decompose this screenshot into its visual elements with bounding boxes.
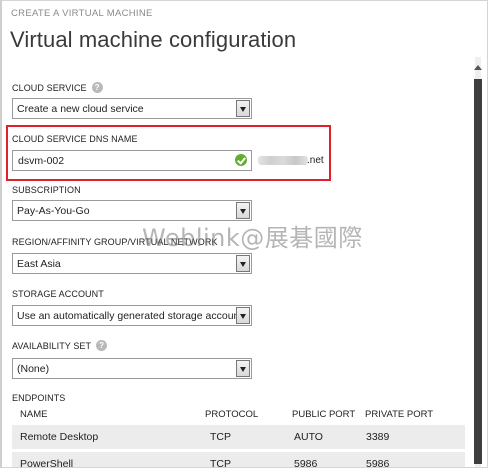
cloud-service-select[interactable]: Create a new cloud service — [12, 98, 252, 119]
storage-label: STORAGE ACCOUNT — [12, 289, 104, 299]
dropdown-arrow-icon[interactable] — [236, 100, 250, 117]
endpoint-protocol: TCP — [210, 431, 231, 443]
subscription-label: SUBSCRIPTION — [12, 185, 81, 195]
endpoints-header: NAME PROTOCOL PUBLIC PORT PRIVATE PORT — [12, 409, 465, 423]
availability-value: (None) — [17, 363, 50, 375]
column-public-port: PUBLIC PORT — [292, 409, 356, 420]
checkmark-icon — [235, 154, 247, 166]
availability-label: AVAILABILITY SET ? — [12, 340, 108, 351]
scrollbar-thumb[interactable] — [474, 79, 482, 464]
storage-select[interactable]: Use an automatically generated storage a… — [12, 305, 252, 326]
cloud-service-label: CLOUD SERVICE ? — [12, 82, 103, 93]
column-private-port: PRIVATE PORT — [365, 409, 434, 420]
endpoint-public-port: AUTO — [294, 431, 323, 443]
endpoint-public-port: 5986 — [294, 458, 318, 468]
vertical-scrollbar[interactable] — [472, 57, 484, 467]
dialog-frame: CREATE A VIRTUAL MACHINE Virtual machine… — [0, 0, 488, 468]
endpoint-private-port: 5986 — [366, 458, 390, 468]
storage-value: Use an automatically generated storage a… — [17, 310, 239, 322]
endpoint-private-port: 3389 — [366, 431, 390, 443]
help-icon[interactable]: ? — [91, 82, 103, 93]
page-title: Virtual machine configuration — [10, 27, 297, 52]
dns-name-label: CLOUD SERVICE DNS NAME — [12, 134, 138, 144]
endpoint-name: Remote Desktop — [20, 431, 99, 443]
subscription-value: Pay-As-You-Go — [17, 205, 90, 217]
region-select[interactable]: East Asia — [12, 253, 252, 274]
availability-label-text: AVAILABILITY SET — [12, 340, 92, 351]
endpoints-label: ENDPOINTS — [12, 393, 66, 403]
dropdown-arrow-icon[interactable] — [236, 202, 250, 219]
dropdown-arrow-icon[interactable] — [236, 360, 250, 377]
table-row[interactable]: Remote Desktop TCP AUTO 3389 — [12, 425, 465, 449]
table-row[interactable]: PowerShell TCP 5986 5986 — [12, 452, 465, 468]
watermark: Weblink@展碁國際 — [142, 224, 363, 252]
column-name: NAME — [20, 409, 48, 420]
dropdown-arrow-icon[interactable] — [236, 307, 250, 324]
cloud-service-label-text: CLOUD SERVICE — [12, 82, 87, 93]
endpoint-protocol: TCP — [210, 458, 231, 468]
dns-name-input[interactable]: dsvm-002 — [12, 150, 252, 171]
dns-suffix: .net — [307, 155, 324, 166]
cloud-service-value: Create a new cloud service — [17, 103, 144, 115]
region-value: East Asia — [17, 258, 61, 270]
scroll-up-icon[interactable] — [472, 63, 484, 73]
endpoint-name: PowerShell — [20, 458, 74, 468]
dropdown-arrow-icon[interactable] — [236, 255, 250, 272]
column-protocol: PROTOCOL — [205, 409, 259, 420]
help-icon[interactable]: ? — [96, 340, 108, 351]
redacted-domain — [258, 156, 308, 165]
breadcrumb: CREATE A VIRTUAL MACHINE — [11, 8, 153, 19]
availability-select[interactable]: (None) — [12, 358, 252, 379]
